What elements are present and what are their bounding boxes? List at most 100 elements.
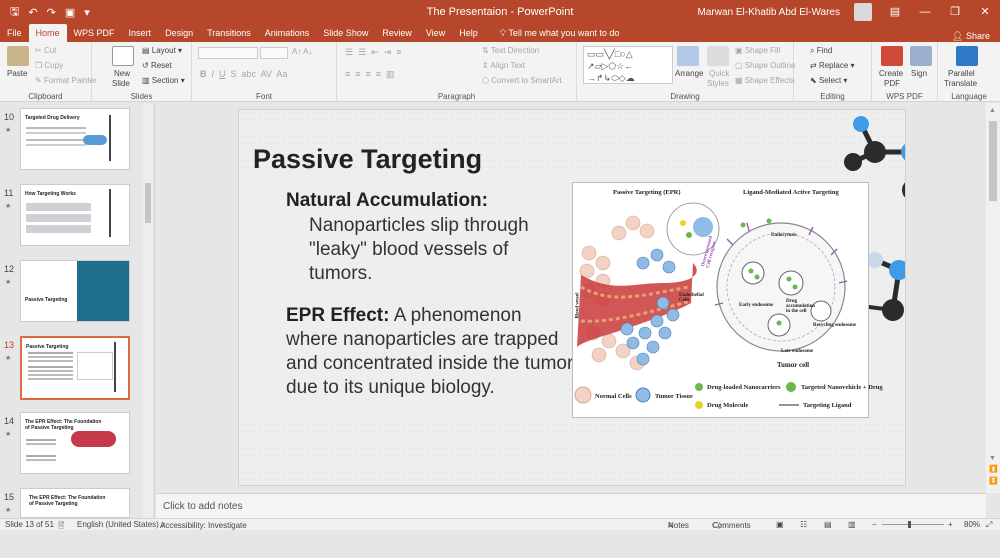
thumbnail-row[interactable]: 12 ★ Passive Targeting (0, 260, 150, 330)
thumbnail-scrollbar[interactable] (143, 103, 153, 518)
tab-transitions[interactable]: Transitions (200, 24, 258, 42)
tell-me-search[interactable]: 💡︎ Tell me what you want to do (493, 24, 627, 42)
shapes-gallery[interactable]: ▭▭╲╱□○△ ↗▱▷⬠☆← →↱↳⬭◇☁ (583, 46, 673, 84)
targeting-figure[interactable]: Passive Targeting (EPR) Ligand-Mediated … (572, 182, 883, 418)
tab-review[interactable]: Review (375, 24, 419, 42)
thumbnail-row-selected[interactable]: 13 ★ Passive Targeting (0, 336, 150, 406)
scrollbar-thumb[interactable] (989, 121, 997, 201)
notes-placeholder[interactable]: Click to add notes (163, 501, 243, 512)
normal-view-icon[interactable]: ▣ (776, 520, 784, 529)
zoom-slider[interactable] (882, 524, 944, 525)
shape-fill-button[interactable]: ▣ Shape Fill (735, 46, 780, 55)
next-slide-icon[interactable]: ⏬ (989, 477, 998, 485)
slide-thumbnail[interactable]: The EPR Effect: The Foundation of Passiv… (20, 488, 130, 518)
bullet-heading[interactable]: Natural Accumulation: (286, 190, 488, 212)
quick-styles-icon[interactable] (707, 46, 729, 66)
tab-slide-show[interactable]: Slide Show (316, 24, 375, 42)
sign-button[interactable]: Sign (911, 69, 927, 78)
tab-wps-pdf[interactable]: WPS PDF (67, 24, 122, 42)
share-button[interactable]: 👤︎ Share (952, 31, 990, 42)
parallel-translate-button[interactable]: Parallel (948, 69, 975, 78)
language-status[interactable]: English (United States) (77, 520, 159, 529)
shape-outline-button[interactable]: ▢ Shape Outline (735, 61, 795, 70)
create-pdf-button-2[interactable]: PDF (884, 79, 900, 88)
close-icon[interactable]: ✕ (970, 0, 1000, 24)
find-button[interactable]: ⌕ Find (810, 46, 832, 56)
slide-sorter-icon[interactable]: ☷ (800, 520, 807, 529)
editor-scrollbar[interactable]: ▲ ▼ ⏫ ⏬ (986, 103, 1000, 493)
tab-help[interactable]: Help (452, 24, 485, 42)
quick-styles-button[interactable]: Quick (709, 69, 729, 78)
thumbnail-row[interactable]: 10 ★ Targeted Drug Delivery (0, 108, 150, 178)
format-painter-button[interactable]: ✎ Format Painter (35, 76, 97, 85)
tab-home[interactable]: Home (28, 24, 67, 42)
bullet-paragraph[interactable]: EPR Effect: A phenomenon where nanoparti… (286, 304, 576, 400)
slide-title[interactable]: Passive Targeting (253, 144, 482, 175)
thumbnail-row[interactable]: 11 ★ How Targeting Works (0, 184, 150, 254)
slide-canvas[interactable]: Passive Targeting Natural Accumulation: … (238, 109, 906, 486)
arrange-icon[interactable] (677, 46, 699, 66)
replace-button[interactable]: ⇄ Replace ▾ (810, 61, 855, 70)
slide-thumbnail[interactable]: How Targeting Works (20, 184, 130, 246)
smartart-button[interactable]: ⬡ Convert to SmartArt (482, 76, 562, 85)
slide-thumbnail[interactable]: Targeted Drug Delivery (20, 108, 130, 170)
font-size-select[interactable] (260, 47, 288, 59)
parallel-translate-button-2[interactable]: Translate (944, 79, 977, 88)
reading-view-icon[interactable]: ▤ (824, 520, 832, 529)
slide-thumbnail[interactable]: Passive Targeting (20, 260, 130, 322)
redo-icon[interactable]: ↷ (47, 6, 56, 19)
grow-font-icon[interactable]: A↑ A↓ (292, 47, 312, 56)
fit-slide-icon[interactable]: ⤢ (986, 520, 992, 530)
sign-icon[interactable] (910, 46, 932, 66)
tab-file[interactable]: File (0, 24, 29, 42)
customize-toolbar-icon[interactable]: ▾ (84, 6, 90, 19)
arrange-button[interactable]: Arrange (675, 69, 703, 78)
select-button[interactable]: ⬉ Select ▾ (810, 76, 847, 85)
scroll-down-icon[interactable]: ▼ (989, 455, 996, 462)
scroll-up-icon[interactable]: ▲ (989, 107, 996, 114)
slide-thumbnail-selected[interactable]: Passive Targeting (20, 336, 130, 400)
reset-button[interactable]: ↺ Reset (142, 61, 172, 70)
present-icon[interactable]: ▣ (65, 6, 75, 19)
shape-effects-button[interactable]: ▦ Shape Effects (735, 76, 794, 85)
tab-view[interactable]: View (419, 24, 452, 42)
quick-styles-button-2[interactable]: Styles (707, 79, 729, 88)
section-button[interactable]: ▥ Section ▾ (142, 76, 185, 85)
font-family-select[interactable] (198, 47, 258, 59)
create-pdf-button[interactable]: Create (879, 69, 903, 78)
slide-thumbnail[interactable]: The EPR Effect: The Foundation of Passiv… (20, 412, 130, 474)
spellcheck-icon[interactable]: 🖹︎ (58, 520, 64, 534)
text-direction-button[interactable]: ⇅ Text Direction (482, 46, 539, 55)
avatar[interactable] (854, 3, 872, 21)
align-text-button[interactable]: ⇕ Align Text (482, 61, 525, 70)
new-slide-button[interactable]: New (114, 69, 130, 78)
maximize-icon[interactable]: ❐ (940, 0, 970, 24)
paste-icon[interactable] (7, 46, 29, 66)
previous-slide-icon[interactable]: ⏫ (989, 465, 998, 473)
tab-design[interactable]: Design (158, 24, 200, 42)
create-pdf-icon[interactable] (881, 46, 903, 66)
tab-animations[interactable]: Animations (258, 24, 317, 42)
cut-button[interactable]: ✂ Cut (35, 46, 56, 55)
zoom-slider-thumb[interactable] (908, 521, 911, 528)
align-buttons[interactable]: ≡ ≡ ≡ ≡ ▥ (345, 69, 395, 80)
zoom-in-icon[interactable]: + (948, 520, 953, 529)
scrollbar-thumb[interactable] (145, 183, 151, 223)
list-buttons[interactable]: ☰ ☰ ⇤ ⇥ ≡ (345, 47, 401, 58)
minimize-icon[interactable]: — (910, 0, 940, 24)
font-format-buttons[interactable]: B I U S abc AV Aa (200, 69, 287, 79)
save-icon[interactable]: 🖫 (10, 3, 19, 22)
translate-icon[interactable] (956, 46, 978, 66)
bullet-text[interactable]: Nanoparticles slip through "leaky" blood… (309, 214, 569, 286)
user-name[interactable]: Marwan El-Khatib Abd El-Wares (698, 7, 840, 18)
undo-icon[interactable]: ↶ (28, 6, 37, 19)
new-slide-button-2[interactable]: Slide (112, 79, 130, 88)
layout-button[interactable]: ▤ Layout ▾ (142, 46, 182, 55)
tab-insert[interactable]: Insert (122, 24, 159, 42)
thumbnail-row[interactable]: 14 ★ The EPR Effect: The Foundation of P… (0, 412, 150, 482)
copy-button[interactable]: ❐ Copy (35, 61, 63, 70)
zoom-level[interactable]: 80% (964, 520, 980, 529)
zoom-out-icon[interactable]: − (872, 520, 877, 529)
slideshow-icon[interactable]: ▥ (848, 520, 856, 529)
ribbon-display-icon[interactable]: ▤ (880, 0, 910, 24)
